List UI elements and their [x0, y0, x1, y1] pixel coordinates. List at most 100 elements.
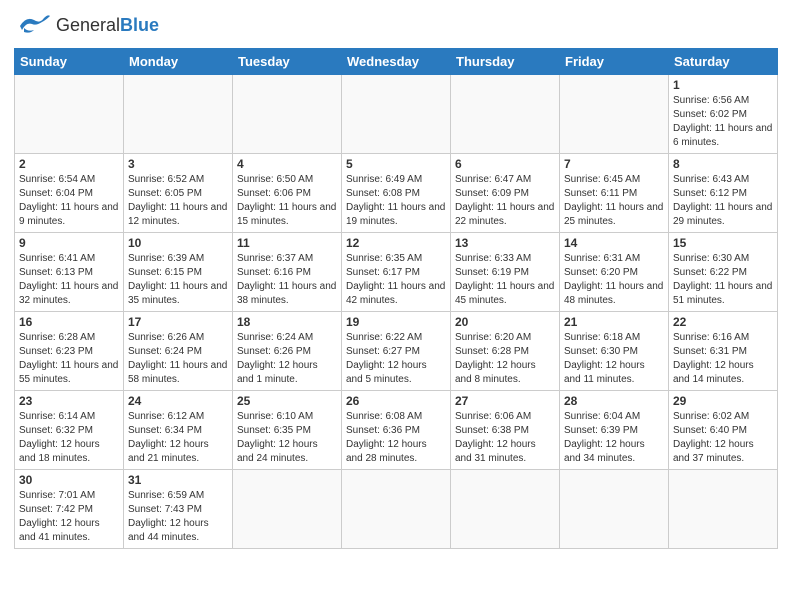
day-number: 6: [455, 157, 555, 171]
day-cell: 4 Sunrise: 6:50 AM Sunset: 6:06 PM Daylig…: [233, 154, 342, 233]
week-row-5: 23 Sunrise: 6:14 AM Sunset: 6:32 PM Dayli…: [15, 391, 778, 470]
day-info: Sunrise: 6:26 AM Sunset: 6:24 PM Dayligh…: [128, 331, 228, 387]
day-cell: [342, 470, 451, 549]
day-cell: [342, 75, 451, 154]
day-number: 11: [237, 236, 337, 250]
day-info: Sunrise: 6:04 AM Sunset: 6:39 PM Dayligh…: [564, 410, 664, 466]
day-cell: 18Sunrise: 6:24 AM Sunset: 6:26 PM Dayli…: [233, 312, 342, 391]
day-info: Sunrise: 6:33 AM Sunset: 6:19 PM Dayligh…: [455, 252, 555, 308]
day-cell: 6 Sunrise: 6:47 AM Sunset: 6:09 PM Daylig…: [451, 154, 560, 233]
day-cell: [15, 75, 124, 154]
day-cell: 23 Sunrise: 6:14 AM Sunset: 6:32 PM Dayli…: [15, 391, 124, 470]
day-info: Sunrise: 6:56 AM Sunset: 6:02 PM Dayligh…: [673, 94, 773, 150]
logo-icon: [14, 10, 52, 42]
day-number: 30: [19, 473, 119, 487]
day-cell: [124, 75, 233, 154]
day-info: Sunrise: 6:08 AM Sunset: 6:36 PM Dayligh…: [346, 410, 446, 466]
day-cell: 3Sunrise: 6:52 AM Sunset: 6:05 PM Daylig…: [124, 154, 233, 233]
day-number: 8: [673, 157, 773, 171]
day-info: Sunrise: 6:35 AM Sunset: 6:17 PM Dayligh…: [346, 252, 446, 308]
day-info: Sunrise: 6:37 AM Sunset: 6:16 PM Dayligh…: [237, 252, 337, 308]
week-row-4: 16Sunrise: 6:28 AM Sunset: 6:23 PM Dayli…: [15, 312, 778, 391]
day-info: Sunrise: 6:24 AM Sunset: 6:26 PM Dayligh…: [237, 331, 337, 387]
day-number: 24: [128, 394, 228, 408]
day-cell: 11 Sunrise: 6:37 AM Sunset: 6:16 PM Dayli…: [233, 233, 342, 312]
day-number: 2: [19, 157, 119, 171]
day-info: Sunrise: 6:50 AM Sunset: 6:06 PM Dayligh…: [237, 173, 337, 229]
week-row-3: 9 Sunrise: 6:41 AM Sunset: 6:13 PM Daylig…: [15, 233, 778, 312]
day-cell: [451, 75, 560, 154]
day-cell: 2 Sunrise: 6:54 AM Sunset: 6:04 PM Daylig…: [15, 154, 124, 233]
day-info: Sunrise: 6:22 AM Sunset: 6:27 PM Dayligh…: [346, 331, 446, 387]
day-number: 28: [564, 394, 664, 408]
day-number: 21: [564, 315, 664, 329]
day-number: 9: [19, 236, 119, 250]
day-info: Sunrise: 6:14 AM Sunset: 6:32 PM Dayligh…: [19, 410, 119, 466]
day-cell: 12Sunrise: 6:35 AM Sunset: 6:17 PM Dayli…: [342, 233, 451, 312]
day-cell: 28 Sunrise: 6:04 AM Sunset: 6:39 PM Dayli…: [560, 391, 669, 470]
day-info: Sunrise: 6:49 AM Sunset: 6:08 PM Dayligh…: [346, 173, 446, 229]
day-cell: [560, 75, 669, 154]
day-cell: 8 Sunrise: 6:43 AM Sunset: 6:12 PM Daylig…: [669, 154, 778, 233]
weekday-friday: Friday: [560, 49, 669, 75]
day-number: 5: [346, 157, 446, 171]
day-number: 31: [128, 473, 228, 487]
weekday-saturday: Saturday: [669, 49, 778, 75]
day-cell: 26Sunrise: 6:08 AM Sunset: 6:36 PM Dayli…: [342, 391, 451, 470]
day-cell: 10Sunrise: 6:39 AM Sunset: 6:15 PM Dayli…: [124, 233, 233, 312]
day-number: 29: [673, 394, 773, 408]
day-number: 20: [455, 315, 555, 329]
day-cell: [233, 470, 342, 549]
day-info: Sunrise: 6:59 AM Sunset: 7:43 PM Dayligh…: [128, 489, 228, 545]
week-row-2: 2 Sunrise: 6:54 AM Sunset: 6:04 PM Daylig…: [15, 154, 778, 233]
day-info: Sunrise: 6:10 AM Sunset: 6:35 PM Dayligh…: [237, 410, 337, 466]
day-info: Sunrise: 6:28 AM Sunset: 6:23 PM Dayligh…: [19, 331, 119, 387]
day-number: 7: [564, 157, 664, 171]
day-cell: 14Sunrise: 6:31 AM Sunset: 6:20 PM Dayli…: [560, 233, 669, 312]
day-cell: [560, 470, 669, 549]
day-number: 15: [673, 236, 773, 250]
day-number: 23: [19, 394, 119, 408]
day-info: Sunrise: 6:20 AM Sunset: 6:28 PM Dayligh…: [455, 331, 555, 387]
day-cell: 13Sunrise: 6:33 AM Sunset: 6:19 PM Dayli…: [451, 233, 560, 312]
day-info: Sunrise: 6:12 AM Sunset: 6:34 PM Dayligh…: [128, 410, 228, 466]
day-number: 27: [455, 394, 555, 408]
day-number: 4: [237, 157, 337, 171]
day-number: 10: [128, 236, 228, 250]
day-cell: 15 Sunrise: 6:30 AM Sunset: 6:22 PM Dayli…: [669, 233, 778, 312]
calendar: SundayMondayTuesdayWednesdayThursdayFrid…: [14, 48, 778, 549]
day-cell: 20 Sunrise: 6:20 AM Sunset: 6:28 PM Dayli…: [451, 312, 560, 391]
day-cell: [451, 470, 560, 549]
day-info: Sunrise: 6:41 AM Sunset: 6:13 PM Dayligh…: [19, 252, 119, 308]
day-info: Sunrise: 6:06 AM Sunset: 6:38 PM Dayligh…: [455, 410, 555, 466]
day-info: Sunrise: 6:02 AM Sunset: 6:40 PM Dayligh…: [673, 410, 773, 466]
day-cell: 7Sunrise: 6:45 AM Sunset: 6:11 PM Daylig…: [560, 154, 669, 233]
day-info: Sunrise: 6:16 AM Sunset: 6:31 PM Dayligh…: [673, 331, 773, 387]
weekday-thursday: Thursday: [451, 49, 560, 75]
logo-text: GeneralBlue: [56, 16, 159, 36]
day-cell: 1Sunrise: 6:56 AM Sunset: 6:02 PM Daylig…: [669, 75, 778, 154]
day-info: Sunrise: 6:30 AM Sunset: 6:22 PM Dayligh…: [673, 252, 773, 308]
day-info: Sunrise: 7:01 AM Sunset: 7:42 PM Dayligh…: [19, 489, 119, 545]
day-cell: 25 Sunrise: 6:10 AM Sunset: 6:35 PM Dayli…: [233, 391, 342, 470]
logo: GeneralBlue: [14, 10, 159, 42]
day-cell: [233, 75, 342, 154]
day-cell: 29 Sunrise: 6:02 AM Sunset: 6:40 PM Dayli…: [669, 391, 778, 470]
day-info: Sunrise: 6:43 AM Sunset: 6:12 PM Dayligh…: [673, 173, 773, 229]
day-number: 17: [128, 315, 228, 329]
weekday-sunday: Sunday: [15, 49, 124, 75]
page: GeneralBlue SundayMondayTuesdayWednesday…: [0, 0, 792, 612]
week-row-6: 30 Sunrise: 7:01 AM Sunset: 7:42 PM Dayli…: [15, 470, 778, 549]
weekday-header-row: SundayMondayTuesdayWednesdayThursdayFrid…: [15, 49, 778, 75]
day-number: 22: [673, 315, 773, 329]
day-cell: 19 Sunrise: 6:22 AM Sunset: 6:27 PM Dayli…: [342, 312, 451, 391]
day-info: Sunrise: 6:18 AM Sunset: 6:30 PM Dayligh…: [564, 331, 664, 387]
day-number: 25: [237, 394, 337, 408]
day-info: Sunrise: 6:47 AM Sunset: 6:09 PM Dayligh…: [455, 173, 555, 229]
day-number: 19: [346, 315, 446, 329]
header: GeneralBlue: [14, 10, 778, 42]
day-info: Sunrise: 6:54 AM Sunset: 6:04 PM Dayligh…: [19, 173, 119, 229]
day-info: Sunrise: 6:52 AM Sunset: 6:05 PM Dayligh…: [128, 173, 228, 229]
day-cell: 9 Sunrise: 6:41 AM Sunset: 6:13 PM Daylig…: [15, 233, 124, 312]
day-cell: 30 Sunrise: 7:01 AM Sunset: 7:42 PM Dayli…: [15, 470, 124, 549]
